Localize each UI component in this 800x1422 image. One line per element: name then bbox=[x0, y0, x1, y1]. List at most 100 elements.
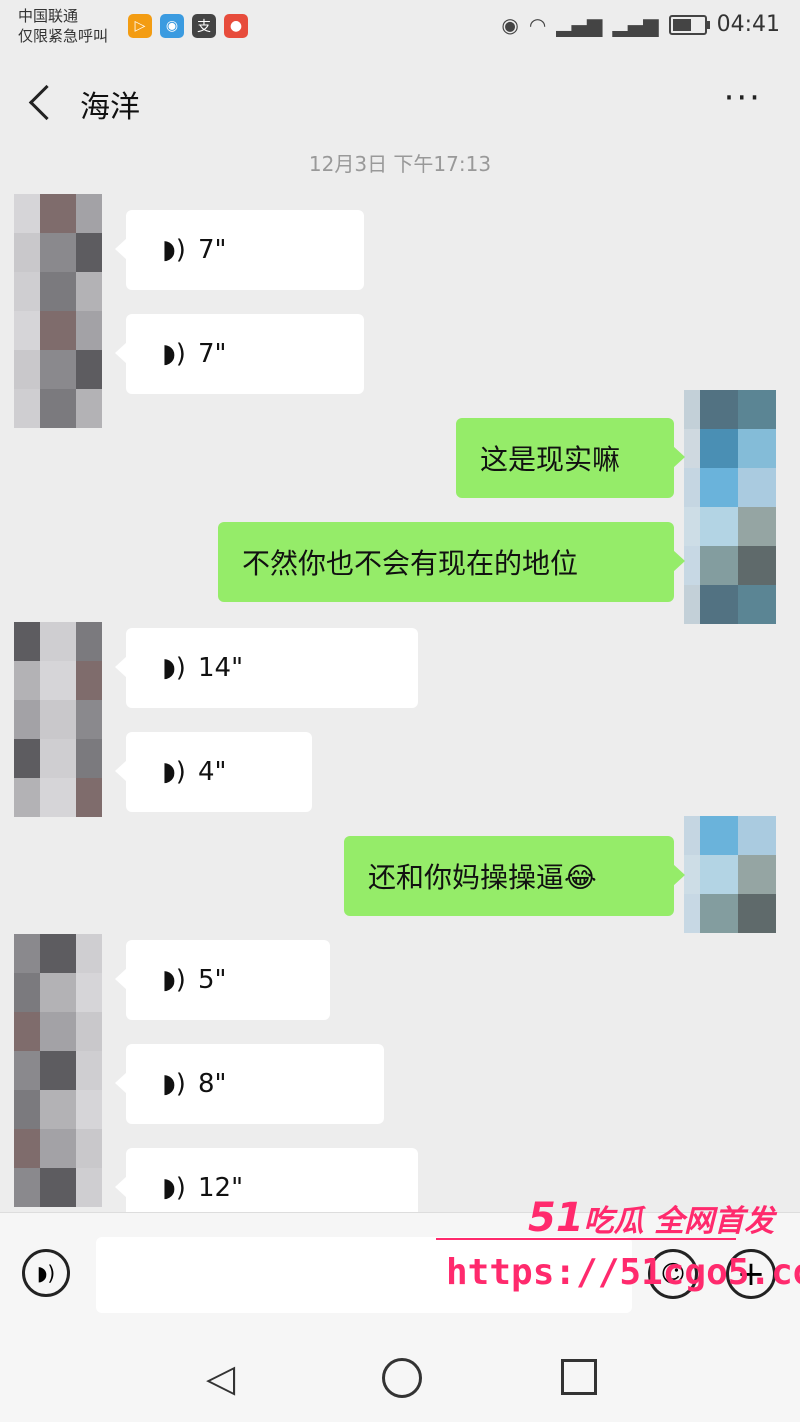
message-text: 这是现实嘛 bbox=[456, 438, 644, 478]
contact-avatar[interactable] bbox=[14, 622, 102, 817]
avatar-pixel bbox=[40, 1090, 76, 1129]
avatar-pixel bbox=[76, 389, 102, 428]
watermark-brand-text: 吃瓜 全网首发 bbox=[583, 1204, 775, 1239]
avatar-pixel bbox=[738, 894, 776, 933]
laughing-crying-emoji-icon: 😂 bbox=[564, 861, 597, 894]
avatar-pixel bbox=[684, 507, 700, 546]
avatar-pixel bbox=[14, 311, 40, 350]
voice-duration: 14" bbox=[198, 653, 244, 683]
avatar-pixel bbox=[738, 390, 776, 429]
avatar-pixel bbox=[76, 778, 102, 817]
voice-duration: 8" bbox=[198, 1069, 227, 1099]
avatar-pixel bbox=[700, 585, 738, 624]
avatar-pixel bbox=[76, 272, 102, 311]
message-timestamp: 12月3日 下午17:13 bbox=[308, 152, 492, 176]
avatar-pixel bbox=[76, 973, 102, 1012]
avatar-pixel bbox=[14, 1129, 40, 1168]
map-pin-icon: ● bbox=[224, 14, 248, 38]
avatar-pixel bbox=[76, 1168, 102, 1207]
avatar-pixel bbox=[40, 973, 76, 1012]
voice-message[interactable]: ◗) 7" bbox=[115, 314, 364, 394]
avatar-pixel bbox=[40, 350, 76, 389]
my-avatar[interactable] bbox=[684, 390, 776, 624]
avatar-pixel bbox=[40, 1168, 76, 1207]
wifi-app-icon: ◉ bbox=[160, 14, 184, 38]
voice-duration: 4" bbox=[198, 757, 227, 787]
avatar-pixel bbox=[14, 739, 40, 778]
avatar-pixel bbox=[76, 934, 102, 973]
avatar-pixel bbox=[40, 700, 76, 739]
avatar-pixel bbox=[76, 661, 102, 700]
eye-icon: ◉ bbox=[501, 12, 519, 37]
voice-message[interactable]: ◗) 8" bbox=[115, 1044, 384, 1124]
avatar-pixel bbox=[700, 429, 738, 468]
carrier-name: 中国联通 bbox=[18, 7, 79, 25]
avatar-pixel bbox=[738, 507, 776, 546]
voice-wave-icon: ◗) bbox=[162, 965, 186, 995]
voice-wave-icon: ◗) bbox=[162, 339, 186, 369]
message-text: 还和你妈操操逼😂 bbox=[344, 856, 621, 896]
text-message[interactable]: 这是现实嘛 bbox=[456, 418, 685, 498]
voice-message[interactable]: ◗) 7" bbox=[115, 210, 364, 290]
avatar-pixel bbox=[684, 390, 700, 429]
avatar-pixel bbox=[40, 389, 76, 428]
avatar-pixel bbox=[40, 311, 76, 350]
chat-title: 海洋 bbox=[80, 90, 140, 125]
avatar-pixel bbox=[40, 934, 76, 973]
avatar-pixel bbox=[700, 855, 738, 894]
voice-message[interactable]: ◗) 14" bbox=[115, 628, 418, 708]
avatar-pixel bbox=[738, 816, 776, 855]
avatar-pixel bbox=[738, 429, 776, 468]
avatar-pixel bbox=[684, 855, 700, 894]
avatar-pixel bbox=[40, 272, 76, 311]
carrier-info: 中国联通 仅限紧急呼叫 bbox=[18, 6, 108, 46]
contact-avatar[interactable] bbox=[14, 194, 102, 428]
voice-message[interactable]: ◗) 4" bbox=[115, 732, 312, 812]
avatar-pixel bbox=[76, 1129, 102, 1168]
avatar-pixel bbox=[684, 585, 700, 624]
avatar-pixel bbox=[14, 1012, 40, 1051]
avatar-pixel bbox=[738, 855, 776, 894]
avatar-pixel bbox=[14, 1090, 40, 1129]
voice-wave-icon: ◗) bbox=[162, 1173, 186, 1203]
contact-avatar[interactable] bbox=[14, 934, 102, 1207]
voice-duration: 5" bbox=[198, 965, 227, 995]
avatar-pixel bbox=[700, 546, 738, 585]
message-text-content: 不然你也不会有现在的地位 bbox=[242, 547, 579, 580]
message-text-content: 这是现实嘛 bbox=[480, 443, 621, 476]
status-right: ◉ ◠ ▂▄▆ ▂▄▆ 04:41 bbox=[501, 12, 780, 37]
avatar-pixel bbox=[76, 1090, 102, 1129]
avatar-pixel bbox=[684, 816, 700, 855]
text-message[interactable]: 还和你妈操操逼😂 bbox=[344, 836, 685, 916]
voice-wave-icon: ◗) bbox=[162, 653, 186, 683]
my-avatar[interactable] bbox=[684, 816, 776, 933]
voice-message[interactable]: ◗) 5" bbox=[115, 940, 330, 1020]
avatar-pixel bbox=[76, 622, 102, 661]
nav-back-icon[interactable]: ◁ bbox=[206, 1356, 235, 1400]
avatar-pixel bbox=[76, 233, 102, 272]
voice-duration: 7" bbox=[198, 339, 227, 369]
avatar-pixel bbox=[14, 272, 40, 311]
avatar-pixel bbox=[14, 973, 40, 1012]
status-bar: 中国联通 仅限紧急呼叫 ▷ ◉ 支 ● ◉ ◠ ▂▄▆ ▂▄▆ 04:41 bbox=[0, 0, 800, 56]
avatar-pixel bbox=[700, 816, 738, 855]
avatar-pixel bbox=[700, 390, 738, 429]
avatar-pixel bbox=[684, 894, 700, 933]
avatar-pixel bbox=[700, 894, 738, 933]
voice-input-button[interactable]: ◗) bbox=[22, 1249, 70, 1297]
avatar-pixel bbox=[684, 468, 700, 507]
avatar-pixel bbox=[14, 1051, 40, 1090]
avatar-pixel bbox=[76, 350, 102, 389]
status-time: 04:41 bbox=[716, 12, 780, 37]
back-icon[interactable] bbox=[28, 84, 65, 121]
chat-header: 海洋 ··· bbox=[0, 60, 800, 144]
nav-home-icon[interactable] bbox=[382, 1358, 422, 1398]
avatar-pixel bbox=[40, 1012, 76, 1051]
more-options-icon[interactable]: ··· bbox=[724, 78, 762, 118]
avatar-pixel bbox=[684, 429, 700, 468]
avatar-pixel bbox=[40, 778, 76, 817]
text-message[interactable]: 不然你也不会有现在的地位 bbox=[218, 522, 685, 602]
message-text: 不然你也不会有现在的地位 bbox=[218, 542, 602, 582]
avatar-pixel bbox=[40, 739, 76, 778]
nav-recents-icon[interactable] bbox=[561, 1359, 597, 1395]
